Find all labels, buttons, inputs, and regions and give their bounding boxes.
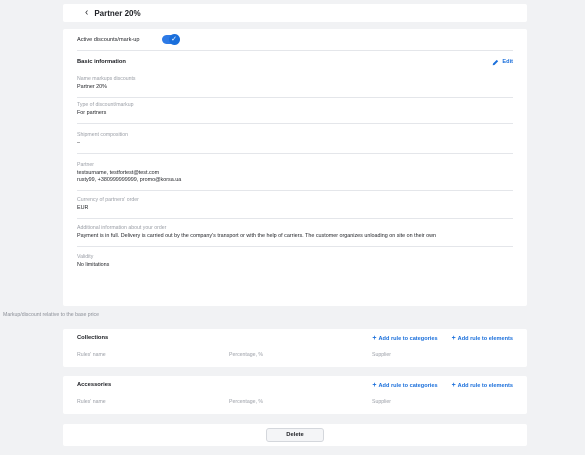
add-rule-to-categories-button[interactable]: + Add rule to categories xyxy=(372,335,437,342)
field-value: For partners xyxy=(77,110,107,116)
add-rule-to-elements-button[interactable]: + Add rule to elements xyxy=(452,335,513,342)
check-icon: ✓ xyxy=(168,34,180,45)
active-toggle-row: Active discounts/mark-up ✓ xyxy=(77,29,513,51)
plus-icon: + xyxy=(451,381,456,389)
field-value: Payment is in full. Delivery is carried … xyxy=(77,233,436,239)
column-percentage: Percentage, % xyxy=(229,399,264,405)
plus-icon: + xyxy=(372,381,377,389)
delete-button[interactable]: Delete xyxy=(266,428,324,442)
field-value: Partner 20% xyxy=(77,84,107,90)
plus-icon: + xyxy=(372,334,377,342)
plus-icon: + xyxy=(451,334,456,342)
section-title: Basic information xyxy=(77,59,126,65)
rule-group-header: Collections + Add rule to categories + Add… xyxy=(77,329,513,347)
field-value: – xyxy=(77,140,80,146)
edit-label: Edit xyxy=(502,59,513,65)
active-toggle[interactable]: ✓ xyxy=(161,34,180,45)
field-label: Additional information about your order xyxy=(77,225,167,231)
field-value: rusty99, +380999999999, promo@korsa.ua xyxy=(77,177,182,183)
edit-button[interactable]: Edit xyxy=(492,59,513,66)
rule-group-title: Accessories xyxy=(77,382,112,388)
page-title: Partner 20% xyxy=(94,8,141,18)
column-rule-name: Rules' name xyxy=(77,352,106,358)
add-rule-to-categories-button[interactable]: + Add rule to categories xyxy=(372,382,437,389)
field-validity: Validity No limitations xyxy=(77,247,513,275)
add-elements-label: Add rule to elements xyxy=(457,382,513,389)
fields-list: Name markups discounts Partner 20% Type … xyxy=(77,73,513,275)
basic-info-card: Active discounts/mark-up ✓ Basic informa… xyxy=(63,29,527,306)
field-value: testsurname, testfortest@test.com xyxy=(77,170,160,176)
rule-columns-header: Rules' name Percentage, % Supplier xyxy=(77,394,513,410)
add-elements-label: Add rule to elements xyxy=(457,335,513,342)
field-label: Name markups discounts xyxy=(77,76,136,82)
header-bar: ‹ Partner 20% xyxy=(63,4,527,22)
field-additional-info: Additional information about your order … xyxy=(77,219,513,247)
pencil-icon xyxy=(493,59,499,65)
field-label: Shipment composition xyxy=(77,132,129,138)
field-label: Type of discount/markup xyxy=(77,102,134,108)
active-toggle-label: Active discounts/mark-up xyxy=(77,36,140,43)
column-supplier: Supplier xyxy=(372,399,392,405)
add-categories-label: Add rule to categories xyxy=(378,335,438,342)
field-value: No limitations xyxy=(77,262,110,268)
rule-group-accessories: Accessories + Add rule to categories + Add… xyxy=(63,376,527,414)
add-categories-label: Add rule to categories xyxy=(378,382,438,389)
delete-card: Delete xyxy=(63,424,527,446)
column-supplier: Supplier xyxy=(372,352,392,358)
rule-columns-header: Rules' name Percentage, % Supplier xyxy=(77,347,513,363)
rule-group-title: Collections xyxy=(77,335,109,341)
chevron-left-icon[interactable]: ‹ xyxy=(85,8,88,18)
field-currency: Currency of partners' order EUR xyxy=(77,191,513,219)
markup-caption: Markup/discount relative to the base pri… xyxy=(3,312,100,318)
field-name: Name markups discounts Partner 20% xyxy=(77,73,513,98)
field-value: EUR xyxy=(77,205,89,211)
field-partner: Partner testsurname, testfortest@test.co… xyxy=(77,154,513,191)
field-label: Currency of partners' order xyxy=(77,197,139,203)
rule-group-header: Accessories + Add rule to categories + Add… xyxy=(77,376,513,394)
field-type: Type of discount/markup For partners xyxy=(77,98,513,124)
column-percentage: Percentage, % xyxy=(229,352,264,358)
column-rule-name: Rules' name xyxy=(77,399,106,405)
basic-info-header: Basic information Edit xyxy=(77,51,513,73)
add-rule-to-elements-button[interactable]: + Add rule to elements xyxy=(452,382,513,389)
field-shipment: Shipment composition – xyxy=(77,124,513,154)
field-label: Partner xyxy=(77,162,95,168)
rule-group-collections: Collections + Add rule to categories + Add… xyxy=(63,329,527,367)
field-label: Validity xyxy=(77,254,94,260)
